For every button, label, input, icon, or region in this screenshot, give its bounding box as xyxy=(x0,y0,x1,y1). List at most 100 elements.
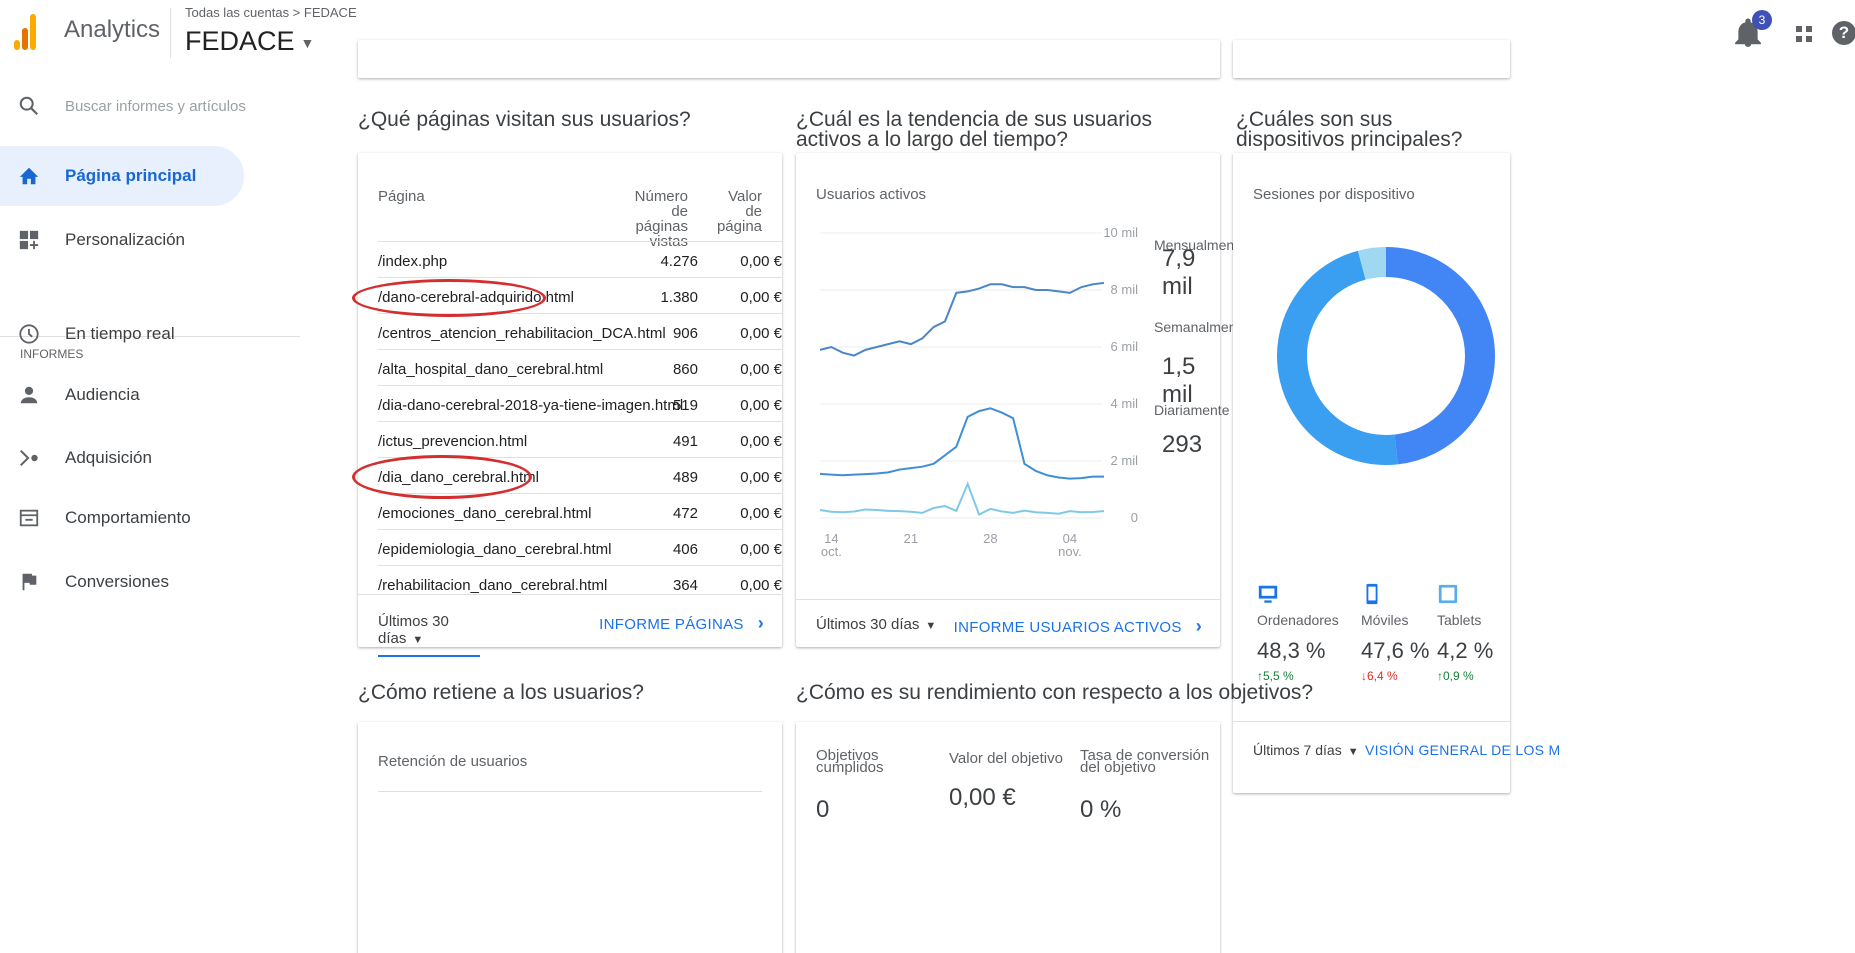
page-path-link[interactable]: /centros_atencion_rehabilitacion_DCA.htm… xyxy=(378,325,666,342)
y-tick-label: 8 mil xyxy=(1111,282,1139,297)
notification-count-badge[interactable]: 3 xyxy=(1752,10,1772,30)
page-path-link[interactable]: /alta_hospital_dano_cerebral.html xyxy=(378,361,603,378)
device-pct-mobile: 47,6 % xyxy=(1361,638,1430,663)
pages-report-link[interactable]: INFORME PÁGINAS › xyxy=(599,613,764,634)
device-delta-mobile: ↓6,4 % xyxy=(1361,669,1398,683)
pages-card: Página Número de páginas vistas Valor de… xyxy=(352,153,782,657)
device-pct-tablet: 4,2 % xyxy=(1437,638,1494,663)
sidebar-item-acquisition[interactable]: Adquisición xyxy=(0,428,300,488)
search-icon xyxy=(19,96,39,116)
card-title: Sesiones por dispositivo xyxy=(1253,186,1415,203)
page-path-link[interactable]: /index.php xyxy=(378,253,447,270)
clock-icon xyxy=(19,324,39,344)
caret-down-icon: ▼ xyxy=(412,634,424,646)
y-tick-label: 6 mil xyxy=(1111,339,1139,354)
sidebar-item-realtime[interactable]: En tiempo real xyxy=(0,304,300,364)
device-name-mobile: Móviles xyxy=(1361,612,1409,628)
metric-value-monthly: 7,9 mil xyxy=(1162,245,1196,300)
page-value: 0,00 € xyxy=(740,325,782,342)
pageviews-value: 519 xyxy=(672,397,698,414)
divider xyxy=(358,594,782,595)
page-path-link[interactable]: /dia-dano-cerebral-2018-ya-tiene-imagen.… xyxy=(378,397,683,414)
page-path-link[interactable]: /ictus_prevencion.html xyxy=(378,433,527,450)
series-line-0[interactable] xyxy=(819,281,1105,357)
column-header-page: Página xyxy=(378,188,425,205)
breadcrumb[interactable]: Todas las cuentas > FEDACE xyxy=(185,5,357,20)
sidebar-item-behavior[interactable]: Comportamiento xyxy=(0,488,300,548)
mobile-icon xyxy=(1366,583,1378,605)
table-row[interactable]: /index.php 4.276 0,00 € xyxy=(378,241,782,277)
app-name[interactable]: Analytics xyxy=(64,16,160,44)
dashboard-icon xyxy=(19,230,39,250)
page-value: 0,00 € xyxy=(740,253,782,270)
help-icon[interactable]: ? xyxy=(1832,21,1855,45)
table-row[interactable]: /dia-dano-cerebral-2018-ya-tiene-imagen.… xyxy=(378,385,782,421)
divider xyxy=(378,791,762,792)
divider xyxy=(796,599,1220,600)
sidebar-item-conversions[interactable]: Conversiones xyxy=(0,552,300,612)
page-path-link[interactable]: /emociones_dano_cerebral.html xyxy=(378,505,591,522)
page-value: 0,00 € xyxy=(740,361,782,378)
account-selector[interactable]: FEDACE ▼ xyxy=(185,26,314,57)
red-highlight-circle xyxy=(352,455,532,499)
goals-question: ¿Cómo es su rendimiento con respecto a l… xyxy=(796,681,1314,704)
table-row[interactable]: /ictus_prevencion.html 491 0,00 € xyxy=(378,421,782,457)
page-value: 0,00 € xyxy=(740,577,782,594)
date-range-label: Últimos 7 días xyxy=(1253,742,1342,758)
goal-metric-label: Tasa de conversión del objetivo xyxy=(1080,747,1210,776)
apps-grid-icon[interactable] xyxy=(1796,26,1812,42)
column-header-pageviews: Número de páginas vistas xyxy=(634,188,688,250)
page-value: 0,00 € xyxy=(740,469,782,486)
table-row[interactable]: /centros_atencion_rehabilitacion_DCA.htm… xyxy=(378,313,782,349)
sidebar-item-customization[interactable]: Personalización xyxy=(0,210,300,270)
search-bar[interactable]: Buscar informes y artículos xyxy=(0,92,300,122)
analytics-logo-icon[interactable] xyxy=(14,12,38,50)
goal-metric-label: Objetivos cumplidos xyxy=(816,747,884,776)
acquisition-icon xyxy=(20,449,38,467)
person-icon xyxy=(20,386,38,404)
tablet-icon xyxy=(1438,584,1458,604)
account-name: FEDACE xyxy=(185,26,295,56)
page-path-link[interactable]: /epidemiologia_dano_cerebral.html xyxy=(378,541,611,558)
sidebar: Buscar informes y artículos Página princ… xyxy=(0,68,300,953)
x-tick-label: 21 xyxy=(904,531,918,546)
devices-question: ¿Cuáles son sus dispositivos principales… xyxy=(1236,108,1463,151)
retention-question: ¿Cómo retiene a los usuarios? xyxy=(358,681,644,704)
previous-card-bottom xyxy=(1233,40,1510,78)
devices-overview-link[interactable]: VISIÓN GENERAL DE LOS M xyxy=(1365,742,1560,758)
chevron-right-icon: › xyxy=(757,613,764,633)
y-tick-label: 4 mil xyxy=(1111,396,1139,411)
metric-value-daily: 293 xyxy=(1162,431,1203,458)
pageviews-value: 364 xyxy=(672,577,698,594)
divider xyxy=(170,8,171,58)
goals-card: Objetivos cumplidos Valor del objetivo T… xyxy=(796,722,1220,953)
metric-value-weekly: 1,5 mil xyxy=(1162,353,1196,408)
y-tick-label: 0 xyxy=(1131,510,1138,525)
date-range-label: Últimos 30 días xyxy=(816,616,920,633)
sidebar-item-label: Personalización xyxy=(65,230,186,249)
date-range-dropdown[interactable]: Últimos 30 días ▼ xyxy=(816,616,936,633)
page-value: 0,00 € xyxy=(740,397,782,414)
active-users-report-link[interactable]: INFORME USUARIOS ACTIVOS › xyxy=(954,616,1202,637)
x-tick-label: 28 xyxy=(983,531,997,546)
date-range-dropdown[interactable]: Últimos 7 días ▼ xyxy=(1253,742,1359,758)
divider xyxy=(1233,721,1510,722)
pageviews-value: 4.276 xyxy=(660,253,698,270)
device-sessions-donut-chart[interactable] xyxy=(1275,245,1497,467)
goal-metric-value: 0,00 € xyxy=(949,784,1016,811)
series-line-2[interactable] xyxy=(819,481,1105,516)
device-name-desktop: Ordenadores xyxy=(1257,612,1339,628)
sidebar-item-audience[interactable]: Audiencia xyxy=(0,365,300,425)
table-row[interactable]: /epidemiologia_dano_cerebral.html 406 0,00… xyxy=(378,529,782,565)
active-users-question: ¿Cuál es la tendencia de sus usuarios ac… xyxy=(796,108,1153,151)
table-row[interactable]: /rehabilitacion_dano_cerebral.html 364 0,0… xyxy=(378,565,782,601)
page-path-link[interactable]: /rehabilitacion_dano_cerebral.html xyxy=(378,577,607,594)
pageviews-value: 860 xyxy=(672,361,698,378)
table-row[interactable]: /alta_hospital_dano_cerebral.html 860 0,00… xyxy=(378,349,782,385)
date-range-dropdown[interactable]: Últimos 30 días ▼ xyxy=(378,613,480,657)
pageviews-value: 489 xyxy=(672,469,698,486)
sidebar-item-home[interactable]: Página principal xyxy=(0,146,244,206)
series-line-1[interactable] xyxy=(819,407,1104,480)
search-input[interactable]: Buscar informes y artículos xyxy=(65,98,246,115)
active-users-card: Usuarios activos 10 mil 8 mil 6 mil 4 mil 2 … xyxy=(796,153,1248,647)
